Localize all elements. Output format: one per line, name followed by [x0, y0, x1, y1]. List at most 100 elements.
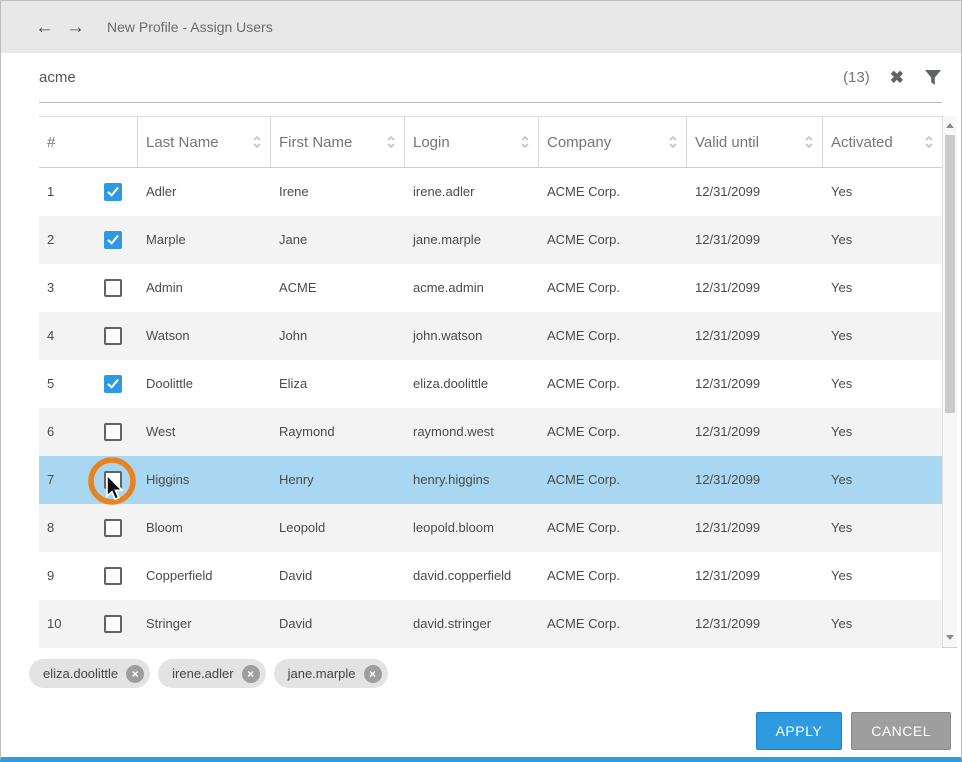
- cell-valid-until: 12/31/2099: [687, 408, 823, 456]
- cell-first-name: Eliza: [271, 360, 405, 408]
- cell-valid-until: 12/31/2099: [687, 168, 823, 216]
- cell-activated: Yes: [823, 216, 942, 264]
- row-checkbox[interactable]: [104, 423, 122, 441]
- assign-users-dialog: ← → New Profile - Assign Users acme (13)…: [0, 0, 962, 762]
- chip-label: jane.marple: [288, 666, 356, 681]
- cell-number: 2: [39, 216, 138, 264]
- back-arrow-icon[interactable]: ←: [35, 18, 54, 37]
- cell-valid-until: 12/31/2099: [687, 216, 823, 264]
- scroll-down-icon[interactable]: [946, 635, 954, 640]
- cell-first-name: David: [271, 600, 405, 648]
- table-row[interactable]: 7 Higgins Henry henry.higgins ACME Corp.…: [39, 456, 942, 504]
- cell-number: 8: [39, 504, 138, 552]
- chip-remove-icon[interactable]: ×: [126, 665, 144, 683]
- cell-last-name: West: [138, 408, 271, 456]
- table-row[interactable]: 4 Watson John john.watson ACME Corp. 12/…: [39, 312, 942, 360]
- column-label: Valid until: [695, 134, 759, 151]
- row-number: 6: [39, 408, 104, 456]
- cell-login: acme.admin: [405, 264, 539, 312]
- cell-valid-until: 12/31/2099: [687, 504, 823, 552]
- row-checkbox[interactable]: [104, 471, 122, 489]
- table-row[interactable]: 2 Marple Jane jane.marple ACME Corp. 12/…: [39, 216, 942, 264]
- cell-login: eliza.doolittle: [405, 360, 539, 408]
- cell-login: david.stringer: [405, 600, 539, 648]
- row-checkbox[interactable]: [104, 567, 122, 585]
- table-row[interactable]: 5 Doolittle Eliza eliza.doolittle ACME C…: [39, 360, 942, 408]
- scrollbar-thumb[interactable]: [945, 135, 955, 413]
- cell-activated: Yes: [823, 600, 942, 648]
- table-row[interactable]: 3 Admin ACME acme.admin ACME Corp. 12/31…: [39, 264, 942, 312]
- cell-last-name: Copperfield: [138, 552, 271, 600]
- row-checkbox[interactable]: [104, 519, 122, 537]
- row-checkbox[interactable]: [104, 231, 122, 249]
- cell-last-name: Higgins: [138, 456, 271, 504]
- row-checkbox[interactable]: [104, 615, 122, 633]
- cell-last-name: Admin: [138, 264, 271, 312]
- column-header-last-name[interactable]: Last Name: [138, 117, 271, 167]
- cell-company: ACME Corp.: [539, 312, 687, 360]
- cell-login: jane.marple: [405, 216, 539, 264]
- search-actions: (13) ✖: [843, 69, 942, 86]
- cell-number: 4: [39, 312, 138, 360]
- cell-last-name: Bloom: [138, 504, 271, 552]
- column-header-activated[interactable]: Activated: [823, 117, 942, 167]
- table-row[interactable]: 1 Adler Irene irene.adler ACME Corp. 12/…: [39, 168, 942, 216]
- column-header-first-name[interactable]: First Name: [271, 117, 405, 167]
- cell-login: henry.higgins: [405, 456, 539, 504]
- row-number: 1: [39, 168, 104, 216]
- row-number: 4: [39, 312, 104, 360]
- column-header-number[interactable]: #: [39, 117, 138, 167]
- cell-first-name: David: [271, 552, 405, 600]
- cell-number: 3: [39, 264, 138, 312]
- cell-last-name: Marple: [138, 216, 271, 264]
- cell-company: ACME Corp.: [539, 216, 687, 264]
- scroll-up-icon[interactable]: [946, 123, 954, 128]
- selected-user-chip: jane.marple ×: [274, 659, 388, 688]
- search-input[interactable]: acme: [39, 69, 76, 86]
- cell-first-name: ACME: [271, 264, 405, 312]
- column-header-login[interactable]: Login: [405, 117, 539, 167]
- clear-search-icon[interactable]: ✖: [890, 69, 904, 86]
- cell-company: ACME Corp.: [539, 504, 687, 552]
- cell-login: irene.adler: [405, 168, 539, 216]
- column-label: First Name: [279, 134, 352, 151]
- table-scrollbar[interactable]: [942, 116, 957, 647]
- cancel-button[interactable]: CANCEL: [851, 712, 951, 750]
- table-row[interactable]: 10 Stringer David david.stringer ACME Co…: [39, 600, 942, 648]
- cell-first-name: Leopold: [271, 504, 405, 552]
- cell-login: raymond.west: [405, 408, 539, 456]
- table-row[interactable]: 6 West Raymond raymond.west ACME Corp. 1…: [39, 408, 942, 456]
- cell-valid-until: 12/31/2099: [687, 600, 823, 648]
- forward-arrow-icon[interactable]: →: [66, 18, 85, 37]
- cell-company: ACME Corp.: [539, 552, 687, 600]
- column-label: Activated: [831, 134, 893, 151]
- row-checkbox[interactable]: [104, 279, 122, 297]
- cell-last-name: Doolittle: [138, 360, 271, 408]
- row-number: 10: [39, 600, 104, 648]
- table-row[interactable]: 9 Copperfield David david.copperfield AC…: [39, 552, 942, 600]
- cell-last-name: Adler: [138, 168, 271, 216]
- row-checkbox[interactable]: [104, 327, 122, 345]
- row-checkbox[interactable]: [104, 183, 122, 201]
- chip-remove-icon[interactable]: ×: [364, 665, 382, 683]
- row-checkbox[interactable]: [104, 375, 122, 393]
- cell-last-name: Stringer: [138, 600, 271, 648]
- cell-first-name: Henry: [271, 456, 405, 504]
- row-number: 3: [39, 264, 104, 312]
- column-header-valid-until[interactable]: Valid until: [687, 117, 823, 167]
- filter-bar: acme (13) ✖: [39, 53, 942, 103]
- row-number: 7: [39, 456, 104, 504]
- cell-number: 5: [39, 360, 138, 408]
- action-buttons: APPLY CANCEL: [756, 712, 951, 750]
- chip-remove-icon[interactable]: ×: [242, 665, 260, 683]
- row-number: 5: [39, 360, 104, 408]
- column-header-company[interactable]: Company: [539, 117, 687, 167]
- table-row[interactable]: 8 Bloom Leopold leopold.bloom ACME Corp.…: [39, 504, 942, 552]
- filter-icon[interactable]: [924, 69, 942, 86]
- apply-button[interactable]: APPLY: [756, 712, 843, 750]
- column-label: Last Name: [146, 134, 219, 151]
- cell-first-name: Jane: [271, 216, 405, 264]
- sort-icon: [386, 135, 396, 149]
- cell-valid-until: 12/31/2099: [687, 312, 823, 360]
- cell-company: ACME Corp.: [539, 600, 687, 648]
